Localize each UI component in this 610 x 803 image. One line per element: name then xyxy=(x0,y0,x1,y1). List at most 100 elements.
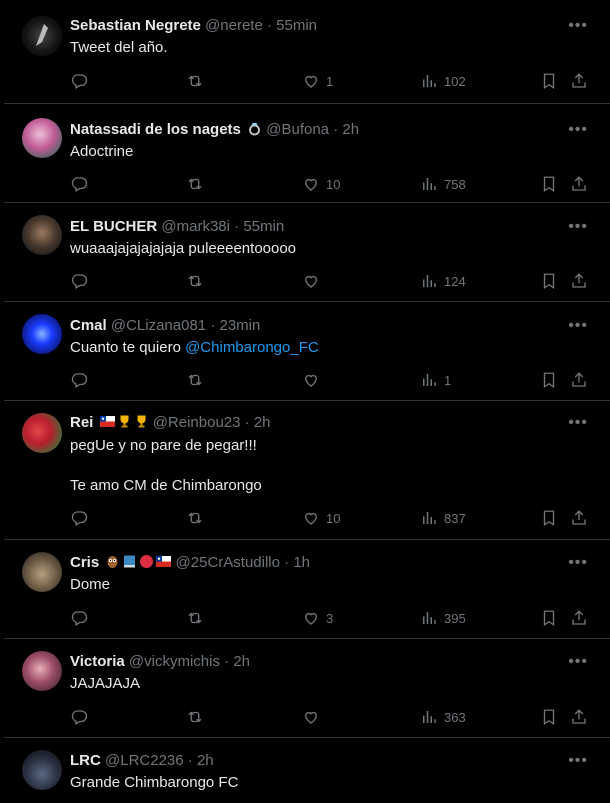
like-button[interactable] xyxy=(302,707,326,727)
share-button[interactable] xyxy=(570,174,588,194)
views-button[interactable]: 363 xyxy=(420,707,466,727)
like-button[interactable]: 3 xyxy=(302,608,333,628)
author-handle[interactable]: @LRC2236 xyxy=(105,752,184,769)
more-options-icon[interactable]: ••• xyxy=(568,654,588,670)
heart-icon xyxy=(305,711,317,724)
bookmark-button[interactable] xyxy=(540,508,558,528)
author-name[interactable]: Natassadi de los nagets xyxy=(70,121,241,138)
author-handle[interactable]: @Bufona xyxy=(266,121,329,138)
share-button[interactable] xyxy=(570,707,588,727)
views-button[interactable]: 837 xyxy=(420,508,466,528)
author-name[interactable]: Sebastian Negrete xyxy=(70,17,201,34)
bookmark-button[interactable] xyxy=(540,174,558,194)
more-options-icon[interactable]: ••• xyxy=(568,555,588,571)
author-name[interactable]: Cmal xyxy=(70,317,107,334)
views-button[interactable]: 758 xyxy=(420,174,466,194)
retweet-button[interactable] xyxy=(186,508,204,528)
like-button[interactable]: 1 xyxy=(302,71,333,91)
tweet[interactable]: Natassadi de los nagets @Bufona · 2h •••… xyxy=(4,104,610,203)
avatar[interactable] xyxy=(22,651,62,691)
tweet[interactable]: Cmal @CLizana081 · 23min ••• Cuanto te q… xyxy=(4,302,610,401)
views-button[interactable]: 124 xyxy=(420,271,466,291)
avatar[interactable] xyxy=(22,118,62,158)
share-button[interactable] xyxy=(570,271,588,291)
share-button[interactable] xyxy=(570,71,588,91)
tweet[interactable]: LRC @LRC2236 · 2h ••• Grande Chimbarongo… xyxy=(4,738,610,803)
reply-button[interactable] xyxy=(70,174,88,194)
tweet[interactable]: EL BUCHER @mark38i · 55min ••• wuaaajaja… xyxy=(4,203,610,302)
share-button[interactable] xyxy=(570,508,588,528)
retweet-button[interactable] xyxy=(186,707,204,727)
author-handle[interactable]: @vickymichis xyxy=(129,653,220,670)
tweet[interactable]: Rei @Reinbou23 · 2h ••• pegUe y no pare … xyxy=(4,401,610,540)
reply-button[interactable] xyxy=(70,508,88,528)
tweet-text: Tweet del año. xyxy=(70,39,168,56)
bookmark-button[interactable] xyxy=(540,71,558,91)
avatar[interactable] xyxy=(22,552,62,592)
reply-button[interactable] xyxy=(70,271,88,291)
like-button[interactable] xyxy=(302,271,326,291)
more-options-icon[interactable]: ••• xyxy=(568,415,588,431)
timestamp[interactable]: 55min xyxy=(243,218,284,235)
views-icon xyxy=(423,512,436,524)
avatar[interactable] xyxy=(22,413,62,453)
retweet-button[interactable] xyxy=(186,370,204,390)
tweet[interactable]: Cris @25CrAstudillo · 1h ••• Dome 3 395 xyxy=(4,540,610,639)
tweet-text: pegUe y no pare de pegar!!! Te amo CM de… xyxy=(70,437,262,494)
more-options-icon[interactable]: ••• xyxy=(568,219,588,235)
author-handle[interactable]: @nerete xyxy=(205,17,263,34)
more-options-icon[interactable]: ••• xyxy=(568,18,588,34)
views-button[interactable]: 102 xyxy=(420,71,466,91)
author-handle[interactable]: @Reinbou23 xyxy=(153,414,241,431)
retweet-button[interactable] xyxy=(186,71,204,91)
reply-button[interactable] xyxy=(70,370,88,390)
share-button[interactable] xyxy=(570,370,588,390)
timestamp[interactable]: 1h xyxy=(293,554,310,571)
heart-icon xyxy=(305,612,317,625)
avatar[interactable] xyxy=(22,16,62,56)
timestamp[interactable]: 23min xyxy=(220,317,261,334)
timestamp[interactable]: 2h xyxy=(342,121,359,138)
bookmark-button[interactable] xyxy=(540,370,558,390)
share-button[interactable] xyxy=(570,608,588,628)
tweet[interactable]: Victoria @vickymichis · 2h ••• JAJAJAJA … xyxy=(4,639,610,738)
avatar[interactable] xyxy=(22,750,62,790)
views-button[interactable]: 1 xyxy=(420,370,451,390)
avatar[interactable] xyxy=(22,314,62,354)
tweet[interactable]: Sebastian Negrete @nerete · 55min ••• Tw… xyxy=(4,0,610,104)
more-options-icon[interactable]: ••• xyxy=(568,318,588,334)
author-name[interactable]: Cris xyxy=(70,554,99,571)
timestamp[interactable]: 2h xyxy=(197,752,214,769)
bookmark-button[interactable] xyxy=(540,707,558,727)
bookmark-button[interactable] xyxy=(540,271,558,291)
author-name[interactable]: Rei xyxy=(70,414,93,431)
bookmark-button[interactable] xyxy=(540,608,558,628)
blue-book-icon xyxy=(122,554,137,569)
timestamp[interactable]: 55min xyxy=(276,17,317,34)
more-options-icon[interactable]: ••• xyxy=(568,753,588,769)
heart-icon xyxy=(305,374,317,387)
author-handle[interactable]: @mark38i xyxy=(161,218,230,235)
more-options-icon[interactable]: ••• xyxy=(568,122,588,138)
retweet-button[interactable] xyxy=(186,174,204,194)
author-name[interactable]: EL BUCHER xyxy=(70,218,157,235)
timestamp[interactable]: 2h xyxy=(233,653,250,670)
reply-button[interactable] xyxy=(70,608,88,628)
share-icon xyxy=(572,273,586,288)
reply-button[interactable] xyxy=(70,71,88,91)
author-name[interactable]: Victoria xyxy=(70,653,125,670)
retweet-button[interactable] xyxy=(186,271,204,291)
author-name[interactable]: LRC xyxy=(70,752,101,769)
like-button[interactable]: 10 xyxy=(302,508,340,528)
like-button[interactable]: 10 xyxy=(302,174,340,194)
retweet-button[interactable] xyxy=(186,608,204,628)
reply-button[interactable] xyxy=(70,707,88,727)
views-button[interactable]: 395 xyxy=(420,608,466,628)
author-handle[interactable]: @25CrAstudillo xyxy=(176,554,280,571)
author-handle[interactable]: @CLizana081 xyxy=(111,317,206,334)
retweet-icon xyxy=(188,711,202,723)
like-button[interactable] xyxy=(302,370,326,390)
timestamp[interactable]: 2h xyxy=(254,414,271,431)
avatar[interactable] xyxy=(22,215,62,255)
mention-link[interactable]: @Chimbarongo_FC xyxy=(185,339,319,356)
